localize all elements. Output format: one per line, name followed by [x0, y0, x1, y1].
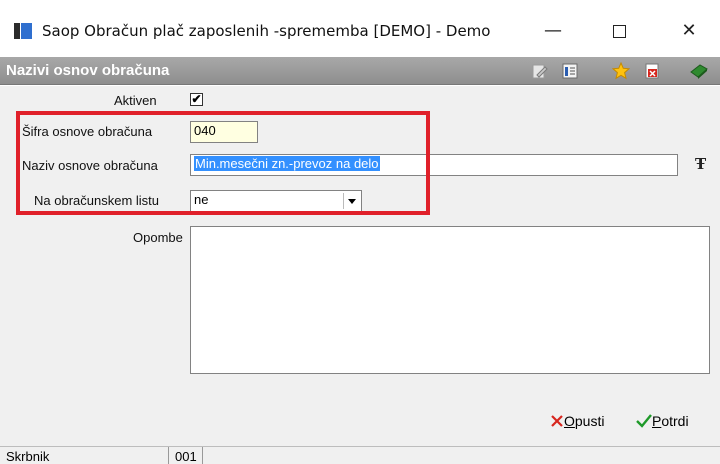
status-user: Skrbnik	[6, 449, 50, 464]
maximize-button[interactable]	[596, 16, 642, 46]
form-title: Nazivi osnov obračuna	[6, 62, 170, 79]
delete-icon[interactable]	[643, 62, 661, 80]
edit-icon[interactable]	[531, 62, 549, 80]
status-divider	[202, 447, 203, 464]
maximize-icon	[612, 24, 626, 38]
app-icon	[14, 23, 32, 39]
minimize-button[interactable]: —	[530, 16, 576, 46]
cancel-button[interactable]: Opusti	[550, 413, 604, 429]
close-button[interactable]: ✕	[666, 16, 712, 46]
check-icon: ✔	[191, 92, 202, 106]
aktiven-checkbox[interactable]: ✔	[190, 93, 203, 106]
opombe-textarea[interactable]	[190, 226, 710, 374]
status-bar	[0, 446, 720, 464]
form-header: Nazivi osnov obračuna	[0, 57, 720, 85]
aktiven-label: Aktiven	[114, 93, 157, 108]
cancel-icon	[551, 415, 563, 427]
window-titlebar: Saop Obračun plač zaposlenih -sprememba …	[0, 0, 720, 55]
window-title: Saop Obračun plač zaposlenih -sprememba …	[42, 22, 491, 40]
star-icon[interactable]	[612, 62, 630, 80]
action-bar	[0, 398, 720, 446]
book-icon[interactable]	[690, 62, 708, 80]
opombe-label: Opombe	[133, 230, 183, 245]
font-icon[interactable]: Ŧ	[695, 155, 706, 173]
check-confirm-icon	[636, 414, 652, 428]
list-icon[interactable]	[561, 62, 579, 80]
status-code: 001	[175, 449, 197, 464]
status-divider	[168, 447, 169, 464]
highlight-box	[16, 111, 430, 215]
confirm-button[interactable]: Potrdi	[636, 413, 689, 429]
